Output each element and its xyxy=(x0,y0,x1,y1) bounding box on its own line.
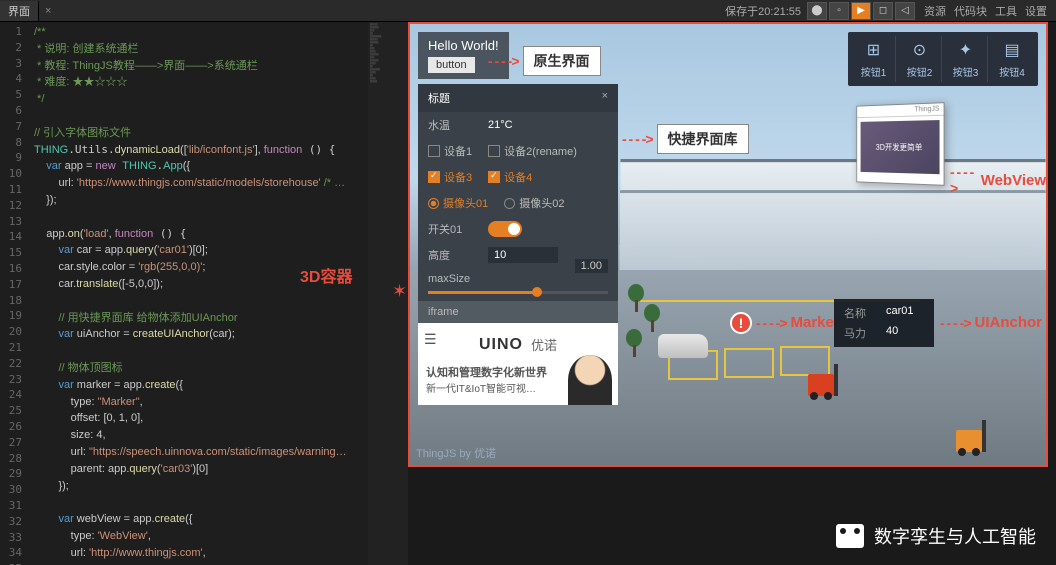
uino-cn: 优诺 xyxy=(531,335,557,354)
menu-resource[interactable]: 资源 xyxy=(921,3,949,19)
file-tab[interactable]: 界面 xyxy=(0,1,39,21)
maxsize-value: 1.00 xyxy=(575,259,608,273)
tree xyxy=(626,329,642,357)
maxsize-slider[interactable] xyxy=(428,291,608,294)
quick-toolbar: ⊞按钮1 ⊙按钮2 ✦按钮3 ▤按钮4 xyxy=(848,32,1038,86)
webview-header: ThingJS xyxy=(857,103,943,118)
maxsize-label: maxSize xyxy=(428,273,470,285)
menu-settings[interactable]: 设置 xyxy=(1022,3,1050,19)
grid-icon: ⊞ xyxy=(867,40,880,60)
tool-icons: ⬤ ▫ ▶ ◻ ◁ xyxy=(807,2,915,20)
watermark-text: 数字孪生与人工智能 xyxy=(874,523,1036,549)
arrow-icon: - - - -> xyxy=(488,53,519,69)
car xyxy=(658,334,708,358)
hello-button[interactable]: button xyxy=(428,57,475,73)
radio-camera2[interactable]: 摄像头02 xyxy=(504,195,564,211)
height-label: 高度 xyxy=(428,247,478,263)
label-3d-container: 3D容器 xyxy=(300,263,352,287)
temp-value: 21°C xyxy=(488,119,513,131)
ua-hp-label: 马力 xyxy=(844,325,874,341)
label-native-ui: - - - -> 原生界面 xyxy=(488,46,601,76)
label-quick-lib: - - - -> 快捷界面库 xyxy=(622,124,749,154)
avatar xyxy=(568,355,612,405)
tool-record-icon[interactable]: ⬤ xyxy=(807,2,827,20)
top-bar: 界面 × 保存于20:21:55 ⬤ ▫ ▶ ◻ ◁ 资源 代码块 工具 设置 xyxy=(0,0,1056,22)
panel-title: 标题 xyxy=(428,90,450,106)
ui-anchor-panel: 名称 car01 马力 40 xyxy=(834,299,934,347)
credit: ThingJS by 优诺 xyxy=(416,445,496,461)
spark-icon: ✦ xyxy=(959,40,972,60)
list-icon: ▤ xyxy=(1004,40,1019,60)
arrow-icon: - - - -> xyxy=(756,315,787,331)
radio-camera1[interactable]: 摄像头01 xyxy=(428,195,488,211)
arrow-icon: - - - -> xyxy=(950,164,977,196)
webview-content: 3D开发更简单 xyxy=(861,120,940,174)
webview-panel: ThingJS 3D开发更简单 xyxy=(856,102,944,186)
tool-run-icon[interactable]: ▶ xyxy=(851,2,871,20)
3d-viewport[interactable]: Hello World! button - - - -> 原生界面 ⊞按钮1 ⊙… xyxy=(408,22,1048,467)
save-time: 保存于20:21:55 xyxy=(725,3,807,19)
uino-logo: UINO xyxy=(479,336,523,354)
forklift xyxy=(808,364,840,400)
label-webview: - - - -> WebView xyxy=(950,164,1046,196)
code-editor[interactable]: 1234567891011121314151617181920212223242… xyxy=(0,22,408,565)
toolbar-btn-2[interactable]: ⊙按钮2 xyxy=(898,36,942,82)
ua-name-label: 名称 xyxy=(844,305,874,321)
switch-toggle[interactable] xyxy=(488,221,522,237)
toolbar-btn-4[interactable]: ▤按钮4 xyxy=(990,36,1034,82)
parking-slot xyxy=(724,348,774,378)
hamburger-icon[interactable]: ☰ xyxy=(424,331,437,348)
tree xyxy=(644,304,660,332)
arrow-icon: - - - -> xyxy=(940,315,971,331)
code-body[interactable]: /** * 说明: 创建系统通栏 * 教程: ThingJS教程——>界面——>… xyxy=(28,22,408,565)
wechat-icon xyxy=(836,524,864,548)
marker-icon: ! xyxy=(730,312,752,334)
label-marker: - - - -> Marker xyxy=(756,314,840,331)
tool-box-icon[interactable]: ◻ xyxy=(873,2,893,20)
toolbar-btn-1[interactable]: ⊞按钮1 xyxy=(852,36,896,82)
checkbox-device2[interactable]: 设备2(rename) xyxy=(488,143,577,159)
height-input[interactable] xyxy=(488,247,558,263)
checkbox-device4[interactable]: 设备4 xyxy=(488,169,532,185)
alarm-icon: ⊙ xyxy=(913,40,926,60)
menu-codeblock[interactable]: 代码块 xyxy=(951,3,990,19)
tool-share-icon[interactable]: ◁ xyxy=(895,2,915,20)
checkbox-device1[interactable]: 设备1 xyxy=(428,143,472,159)
tool-save-icon[interactable]: ▫ xyxy=(829,2,849,20)
ua-hp-value: 40 xyxy=(886,325,898,341)
temp-label: 水温 xyxy=(428,117,478,133)
panel-close-icon[interactable]: × xyxy=(602,90,608,106)
arrow-icon: - - - -> xyxy=(622,131,653,147)
toolbar-btn-3[interactable]: ✦按钮3 xyxy=(944,36,988,82)
checkbox-device3[interactable]: 设备3 xyxy=(428,169,472,185)
top-menus: 资源 代码块 工具 设置 xyxy=(915,3,1056,19)
ua-name-value: car01 xyxy=(886,305,914,321)
property-panel: 标题 × 水温 21°C 设备1 设备2(rename) 设备3 设备4 摄像头… xyxy=(418,84,618,405)
menu-tools[interactable]: 工具 xyxy=(992,3,1020,19)
watermark: 数字孪生与人工智能 xyxy=(836,523,1036,549)
label-uianchor: - - - -> UIAnchor xyxy=(940,314,1042,331)
forklift xyxy=(956,420,988,456)
tab-close[interactable]: × xyxy=(39,5,57,17)
iframe-label: iframe xyxy=(418,301,618,323)
switch-label: 开关01 xyxy=(428,221,478,237)
red-anchor-icon: ✶ xyxy=(392,281,407,302)
iframe-content: ☰ UINO 优诺 认知和管理数字化新世界 新一代IT&IoT智能可视… xyxy=(418,323,618,405)
tree xyxy=(628,284,644,312)
panel-header: 标题 × xyxy=(418,84,618,112)
line-gutter: 1234567891011121314151617181920212223242… xyxy=(0,22,28,565)
